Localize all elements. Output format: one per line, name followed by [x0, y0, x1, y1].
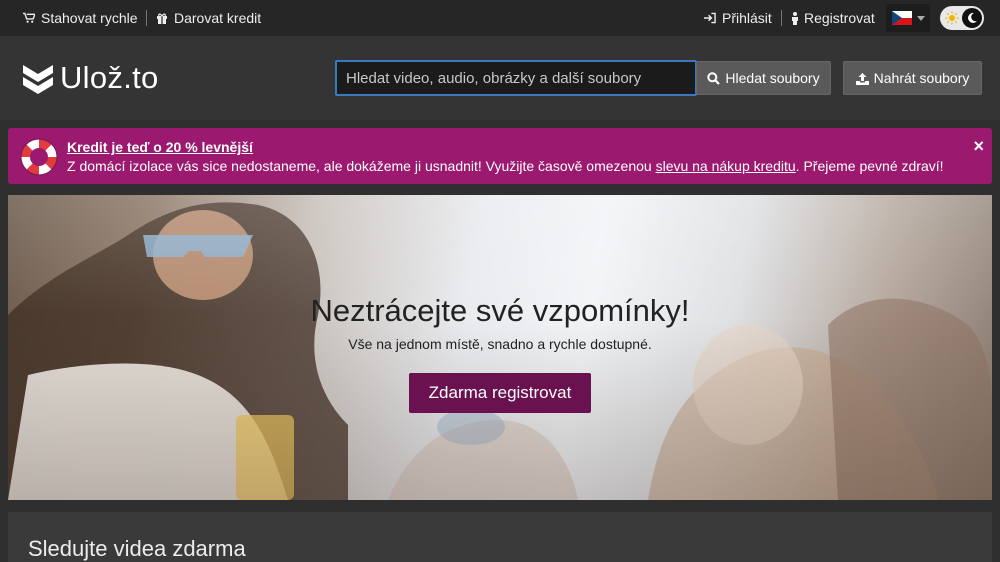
site-header: Ulož.to Hledat soubory Nahrát soubory	[0, 36, 1000, 120]
cart-icon	[23, 12, 35, 24]
search-button-label: Hledat soubory	[725, 70, 820, 86]
donate-credit-label: Darovat kredit	[174, 10, 262, 26]
login-label: Přihlásit	[722, 10, 772, 26]
close-icon[interactable]: ×	[973, 137, 984, 155]
search-box	[335, 60, 697, 96]
logo-text: Ulož.to	[60, 60, 159, 95]
search-button[interactable]: Hledat soubory	[696, 61, 831, 95]
upload-button[interactable]: Nahrát soubory	[843, 61, 982, 95]
upload-button-label: Nahrát soubory	[873, 70, 970, 86]
credit-discount-link[interactable]: slevu na nákup kreditu	[656, 158, 796, 174]
register-link[interactable]: Registrovat	[791, 0, 875, 36]
moon-icon	[962, 8, 982, 28]
separator	[781, 10, 782, 26]
hero-subtitle: Vše na jednom místě, snadno a rychle dos…	[348, 336, 652, 352]
caret-down-icon	[917, 15, 925, 21]
hero-title: Neztrácejte své vzpomínky!	[310, 293, 690, 328]
videos-section: Sledujte videa zdarma	[8, 512, 992, 562]
upload-icon	[855, 72, 869, 85]
sun-icon	[944, 10, 960, 26]
search-icon	[707, 71, 721, 85]
register-free-button[interactable]: Zdarma registrovat	[409, 373, 591, 413]
top-bar: Stahovat rychle Darovat kredit Přihlásit…	[0, 0, 1000, 36]
register-label: Registrovat	[804, 10, 875, 26]
czech-flag-icon	[892, 11, 912, 25]
promo-title-link[interactable]: Kredit je teď o 20 % levnější	[67, 139, 253, 155]
language-selector[interactable]	[886, 4, 930, 32]
fast-download-label: Stahovat rychle	[41, 10, 138, 26]
donate-credit-link[interactable]: Darovat kredit	[156, 0, 261, 36]
section-title: Sledujte videa zdarma	[28, 536, 246, 561]
fast-download-link[interactable]: Stahovat rychle	[23, 0, 138, 36]
gift-icon	[156, 12, 168, 24]
theme-toggle[interactable]	[940, 6, 984, 30]
user-icon	[791, 11, 799, 25]
promo-banner: Kredit je teď o 20 % levnější Z domácí i…	[8, 128, 992, 184]
login-link[interactable]: Přihlásit	[704, 0, 772, 36]
sign-in-icon	[704, 12, 716, 24]
hero-banner: Neztrácejte své vzpomínky! Vše na jednom…	[8, 195, 992, 500]
logo-icon	[23, 65, 53, 94]
promo-text: Z domácí izolace vás sice nedostaneme, a…	[67, 158, 944, 174]
lifebuoy-icon	[20, 138, 58, 176]
search-input[interactable]	[337, 62, 695, 94]
logo[interactable]: Ulož.to	[22, 60, 159, 96]
separator	[146, 10, 147, 26]
